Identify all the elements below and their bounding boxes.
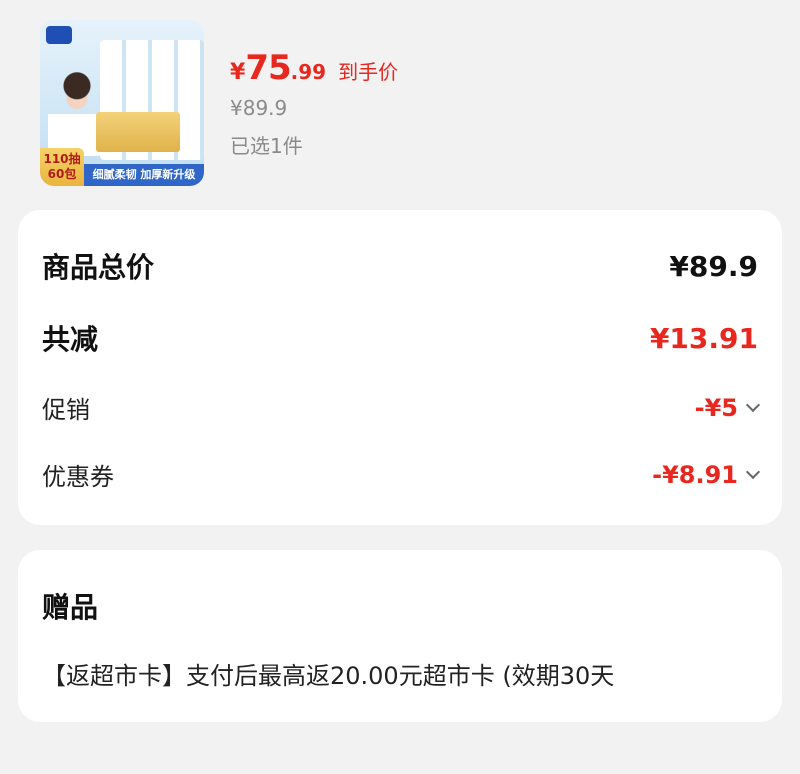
chevron-down-icon[interactable]	[745, 397, 761, 412]
total-reduction-label: 共减	[42, 323, 99, 356]
product-thumbnail[interactable]: 110抽 60包 细腻柔韧 加厚新升级	[40, 20, 204, 186]
product-header: 110抽 60包 细腻柔韧 加厚新升级 ¥ 75 .99 到手价 ¥89.9 已…	[0, 0, 800, 200]
gift-box-image	[96, 112, 180, 152]
gift-card: 赠品 【返超市卡】支付后最高返20.00元超市卡 (效期30天	[18, 550, 782, 722]
pack-count-badge: 110抽 60包	[40, 148, 84, 186]
promotion-row[interactable]: 促销 -¥5	[42, 390, 761, 425]
selected-count: 已选1件	[230, 134, 303, 158]
promotion-value: -¥5	[694, 393, 738, 422]
currency-sign: ¥	[230, 60, 246, 85]
final-price-integer: 75	[245, 48, 291, 88]
total-price-value: ¥89.9	[669, 249, 758, 283]
promotion-label: 促销	[42, 396, 90, 424]
price-block: ¥ 75 .99 到手价 ¥89.9 已选1件	[230, 48, 398, 159]
promotion-value-wrap[interactable]: -¥5	[694, 393, 761, 422]
product-banner: 细腻柔韧 加厚新升级	[84, 164, 204, 186]
brand-logo	[46, 26, 72, 44]
coupon-value-wrap[interactable]: -¥8.91	[652, 460, 761, 489]
price-summary-card: 商品总价 ¥89.9 共减 ¥13.91 促销 -¥5 优惠券 -¥8.91	[18, 210, 782, 525]
total-reduction-row: 共减 ¥13.91	[42, 318, 758, 358]
original-price: ¥89.9	[230, 96, 288, 120]
coupon-row[interactable]: 优惠券 -¥8.91	[42, 457, 761, 492]
total-reduction-value: ¥13.91	[649, 321, 758, 355]
coupon-value: -¥8.91	[652, 460, 738, 489]
coupon-label: 优惠券	[42, 463, 114, 491]
total-price-label: 商品总价	[42, 251, 155, 284]
final-price: ¥ 75 .99 到手价	[230, 48, 398, 88]
total-price-row: 商品总价 ¥89.9	[42, 246, 758, 286]
gift-description: 【返超市卡】支付后最高返20.00元超市卡 (效期30天	[42, 662, 615, 690]
gift-title: 赠品	[42, 591, 99, 624]
final-price-decimal: .99	[290, 60, 327, 84]
final-price-tag: 到手价	[338, 60, 399, 84]
chevron-down-icon[interactable]	[745, 464, 761, 479]
